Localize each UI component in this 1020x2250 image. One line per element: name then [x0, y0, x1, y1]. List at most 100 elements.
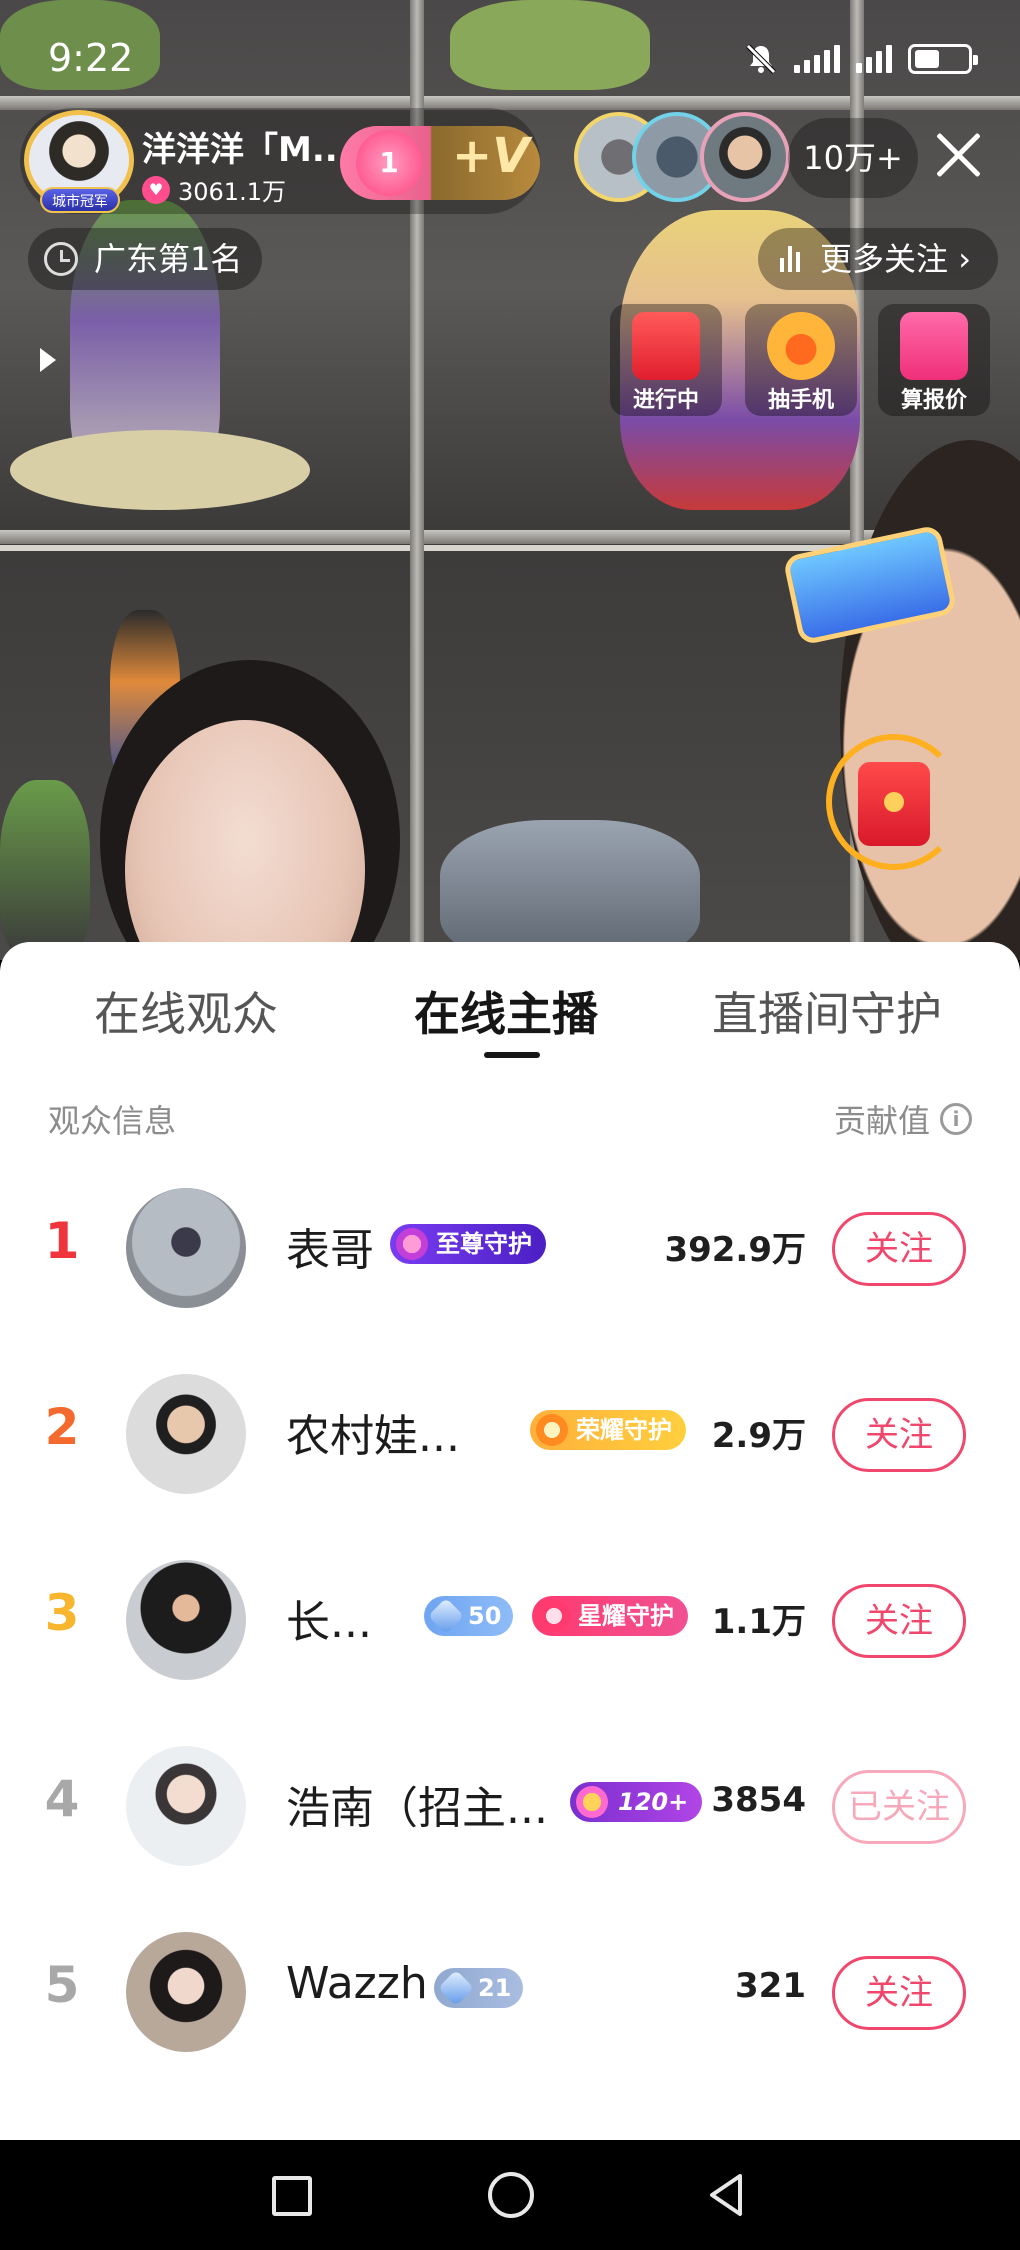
follow-button[interactable]: 关注 [832, 1212, 966, 1286]
host-avatar-badge: 城市冠军 [40, 187, 120, 213]
viewer-count[interactable]: 10万+ [788, 118, 918, 198]
badge-label: 至尊守护 [436, 1230, 532, 1258]
back-icon[interactable] [700, 2170, 750, 2220]
contribution-score: 2.9万 [711, 1416, 806, 1456]
viewer-avatar[interactable] [700, 112, 790, 202]
signal-icon [856, 45, 892, 73]
feature-label: 进行中 [632, 388, 699, 413]
rank-number: 2 [44, 1398, 80, 1456]
more-follow-label: 更多关注 [820, 240, 949, 278]
figurine-base [10, 430, 310, 510]
home-icon[interactable] [488, 2172, 534, 2218]
avatar[interactable] [126, 1188, 246, 1308]
online-list-sheet: 在线观众 在线主播 直播间守护 观众信息 贡献值 i 1 表哥 至尊守护 392… [0, 942, 1020, 2140]
audience-info-header: 观众信息 [48, 1102, 177, 1140]
more-follow-button[interactable]: 更多关注 › [758, 228, 998, 290]
contribution-label: 贡献值 [833, 1102, 930, 1140]
clock-icon [44, 242, 78, 276]
avatar[interactable] [126, 1560, 246, 1680]
list-row[interactable]: 4 浩南（招主... 120+ 3854 已关注 [0, 1714, 1020, 1900]
signal-icon [794, 45, 840, 73]
tab-room-guardians[interactable]: 直播间守护 [712, 978, 942, 1044]
rank-number: 4 [44, 1770, 80, 1828]
info-icon[interactable]: i [940, 1103, 972, 1135]
list-row[interactable]: 2 农村娃... 荣耀守护 2.9万 关注 [0, 1342, 1020, 1528]
guard-icon [536, 1414, 568, 1446]
rank-number: 5 [44, 1956, 80, 2014]
calculator-icon [900, 312, 968, 380]
guard-icon [396, 1228, 428, 1260]
in-progress-icon [632, 312, 700, 380]
active-tab-indicator [484, 1052, 540, 1058]
heart-icon: ♥ [142, 175, 170, 204]
tab-online-audience[interactable]: 在线观众 [94, 978, 278, 1044]
contribution-header: 贡献值 i [834, 1096, 972, 1142]
avatar[interactable] [126, 1746, 246, 1866]
status-bar: 9:22 [0, 0, 1020, 120]
list-row[interactable]: 1 表哥 至尊守护 392.9万 关注 [0, 1156, 1020, 1342]
rank-number: 3 [44, 1584, 80, 1642]
avatar[interactable] [126, 1932, 246, 2052]
feature-label: 算报价 [900, 388, 967, 413]
badge-label: 21 [478, 1974, 512, 2002]
badge-label: 50 [468, 1602, 502, 1630]
contribution-score: 1.1万 [711, 1602, 806, 1642]
fan-club-level: 1 [356, 130, 422, 196]
host-likes-count: 3061.1万 [178, 178, 286, 206]
supreme-guard-badge: 至尊守护 [390, 1224, 546, 1264]
feature-label: 抽手机 [767, 388, 834, 413]
follow-button[interactable]: 关注 [832, 1584, 966, 1658]
fan-club-v-mark: +V [452, 128, 530, 184]
list-row[interactable]: 3 长... 50 星耀守护 1.1万 关注 [0, 1528, 1020, 1714]
contribution-score: 321 [735, 1966, 806, 2006]
figurine [440, 820, 700, 960]
red-packet-icon[interactable] [858, 762, 930, 846]
region-rank-label: 广东第1名 [94, 240, 243, 278]
contribution-score: 3854 [711, 1780, 806, 1820]
followed-button[interactable]: 已关注 [832, 1770, 966, 1844]
feature-lottery-phone[interactable]: 抽手机 [745, 304, 857, 416]
avatar[interactable] [126, 1374, 246, 1494]
host-likes: ♥ 3061.1万 [142, 172, 286, 207]
follow-button[interactable]: 关注 [832, 1398, 966, 1472]
lottery-icon [767, 312, 835, 380]
sheet-tabs: 在线观众 在线主播 直播间守护 [0, 942, 1020, 1062]
status-time: 9:22 [48, 36, 134, 80]
person-head [840, 440, 1020, 960]
region-rank-pill[interactable]: 广东第1名 [28, 228, 263, 290]
user-name[interactable]: Wazzh [286, 1958, 428, 2009]
badge-label: 星耀守护 [578, 1602, 674, 1630]
level-120-badge: 120+ [570, 1782, 703, 1822]
bar-chart-icon [780, 246, 800, 272]
system-nav-bar [0, 2140, 1020, 2250]
status-icons [744, 42, 978, 76]
diamond-icon [437, 1969, 475, 2007]
user-name[interactable]: 表哥 [286, 1214, 374, 1278]
list-row[interactable]: 5 Wazzh 21 321 关注 [0, 1900, 1020, 2086]
feature-in-progress[interactable]: 进行中 [610, 304, 722, 416]
close-icon[interactable] [928, 124, 988, 184]
user-name[interactable]: 浩南（招主... [286, 1772, 548, 1836]
guard-icon [538, 1600, 570, 1632]
crown-icon [576, 1786, 608, 1818]
star-guard-badge: 星耀守护 [532, 1596, 688, 1636]
host-name[interactable]: 洋洋洋「M... [142, 122, 351, 171]
battery-icon [908, 44, 978, 74]
chevron-right-icon: › [958, 240, 971, 278]
contribution-score: 392.9万 [664, 1230, 806, 1270]
play-icon[interactable] [0, 326, 70, 396]
rank-number: 1 [44, 1212, 80, 1270]
tab-online-hosts[interactable]: 在线主播 [414, 978, 598, 1044]
badge-label: 荣耀守护 [576, 1416, 672, 1444]
level-badge: 50 [424, 1596, 514, 1636]
user-name[interactable]: 长... [286, 1586, 372, 1650]
follow-button[interactable]: 关注 [832, 1956, 966, 2030]
bell-muted-icon [746, 44, 776, 74]
user-name[interactable]: 农村娃... [286, 1400, 460, 1464]
level-badge: 21 [434, 1968, 524, 2008]
recent-apps-icon[interactable] [272, 2176, 312, 2216]
glory-guard-badge: 荣耀守护 [530, 1410, 686, 1450]
feature-calculate-quote[interactable]: 算报价 [878, 304, 990, 416]
diamond-icon [427, 1597, 465, 1635]
figurine [0, 780, 90, 960]
